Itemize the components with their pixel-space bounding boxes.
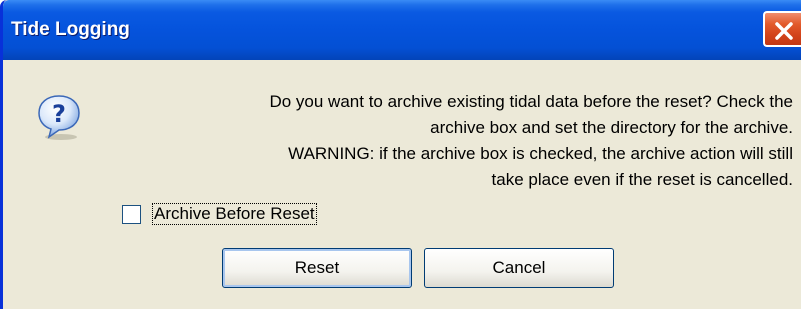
dialog-body: ? Do you want to archive existing tidal … bbox=[3, 60, 801, 309]
archive-checkbox[interactable] bbox=[122, 205, 141, 224]
message-line-3: WARNING: if the archive box is checked, … bbox=[288, 144, 793, 163]
message-line-4: take place even if the reset is cancelle… bbox=[491, 170, 793, 189]
window-title: Tide Logging bbox=[11, 19, 130, 40]
reset-button[interactable]: Reset bbox=[222, 248, 412, 288]
dialog-window: Tide Logging ? Do you want to archive ex… bbox=[0, 0, 801, 309]
cancel-button[interactable]: Cancel bbox=[424, 248, 614, 288]
question-icon: ? bbox=[38, 95, 80, 140]
close-icon bbox=[775, 22, 793, 40]
message-line-2: archive box and set the directory for th… bbox=[430, 118, 793, 137]
close-button[interactable] bbox=[763, 11, 801, 47]
archive-checkbox-label[interactable]: Archive Before Reset bbox=[152, 203, 317, 225]
title-bar[interactable]: Tide Logging bbox=[3, 0, 801, 60]
message-line-1: Do you want to archive existing tidal da… bbox=[269, 92, 793, 111]
svg-text:?: ? bbox=[52, 100, 66, 128]
